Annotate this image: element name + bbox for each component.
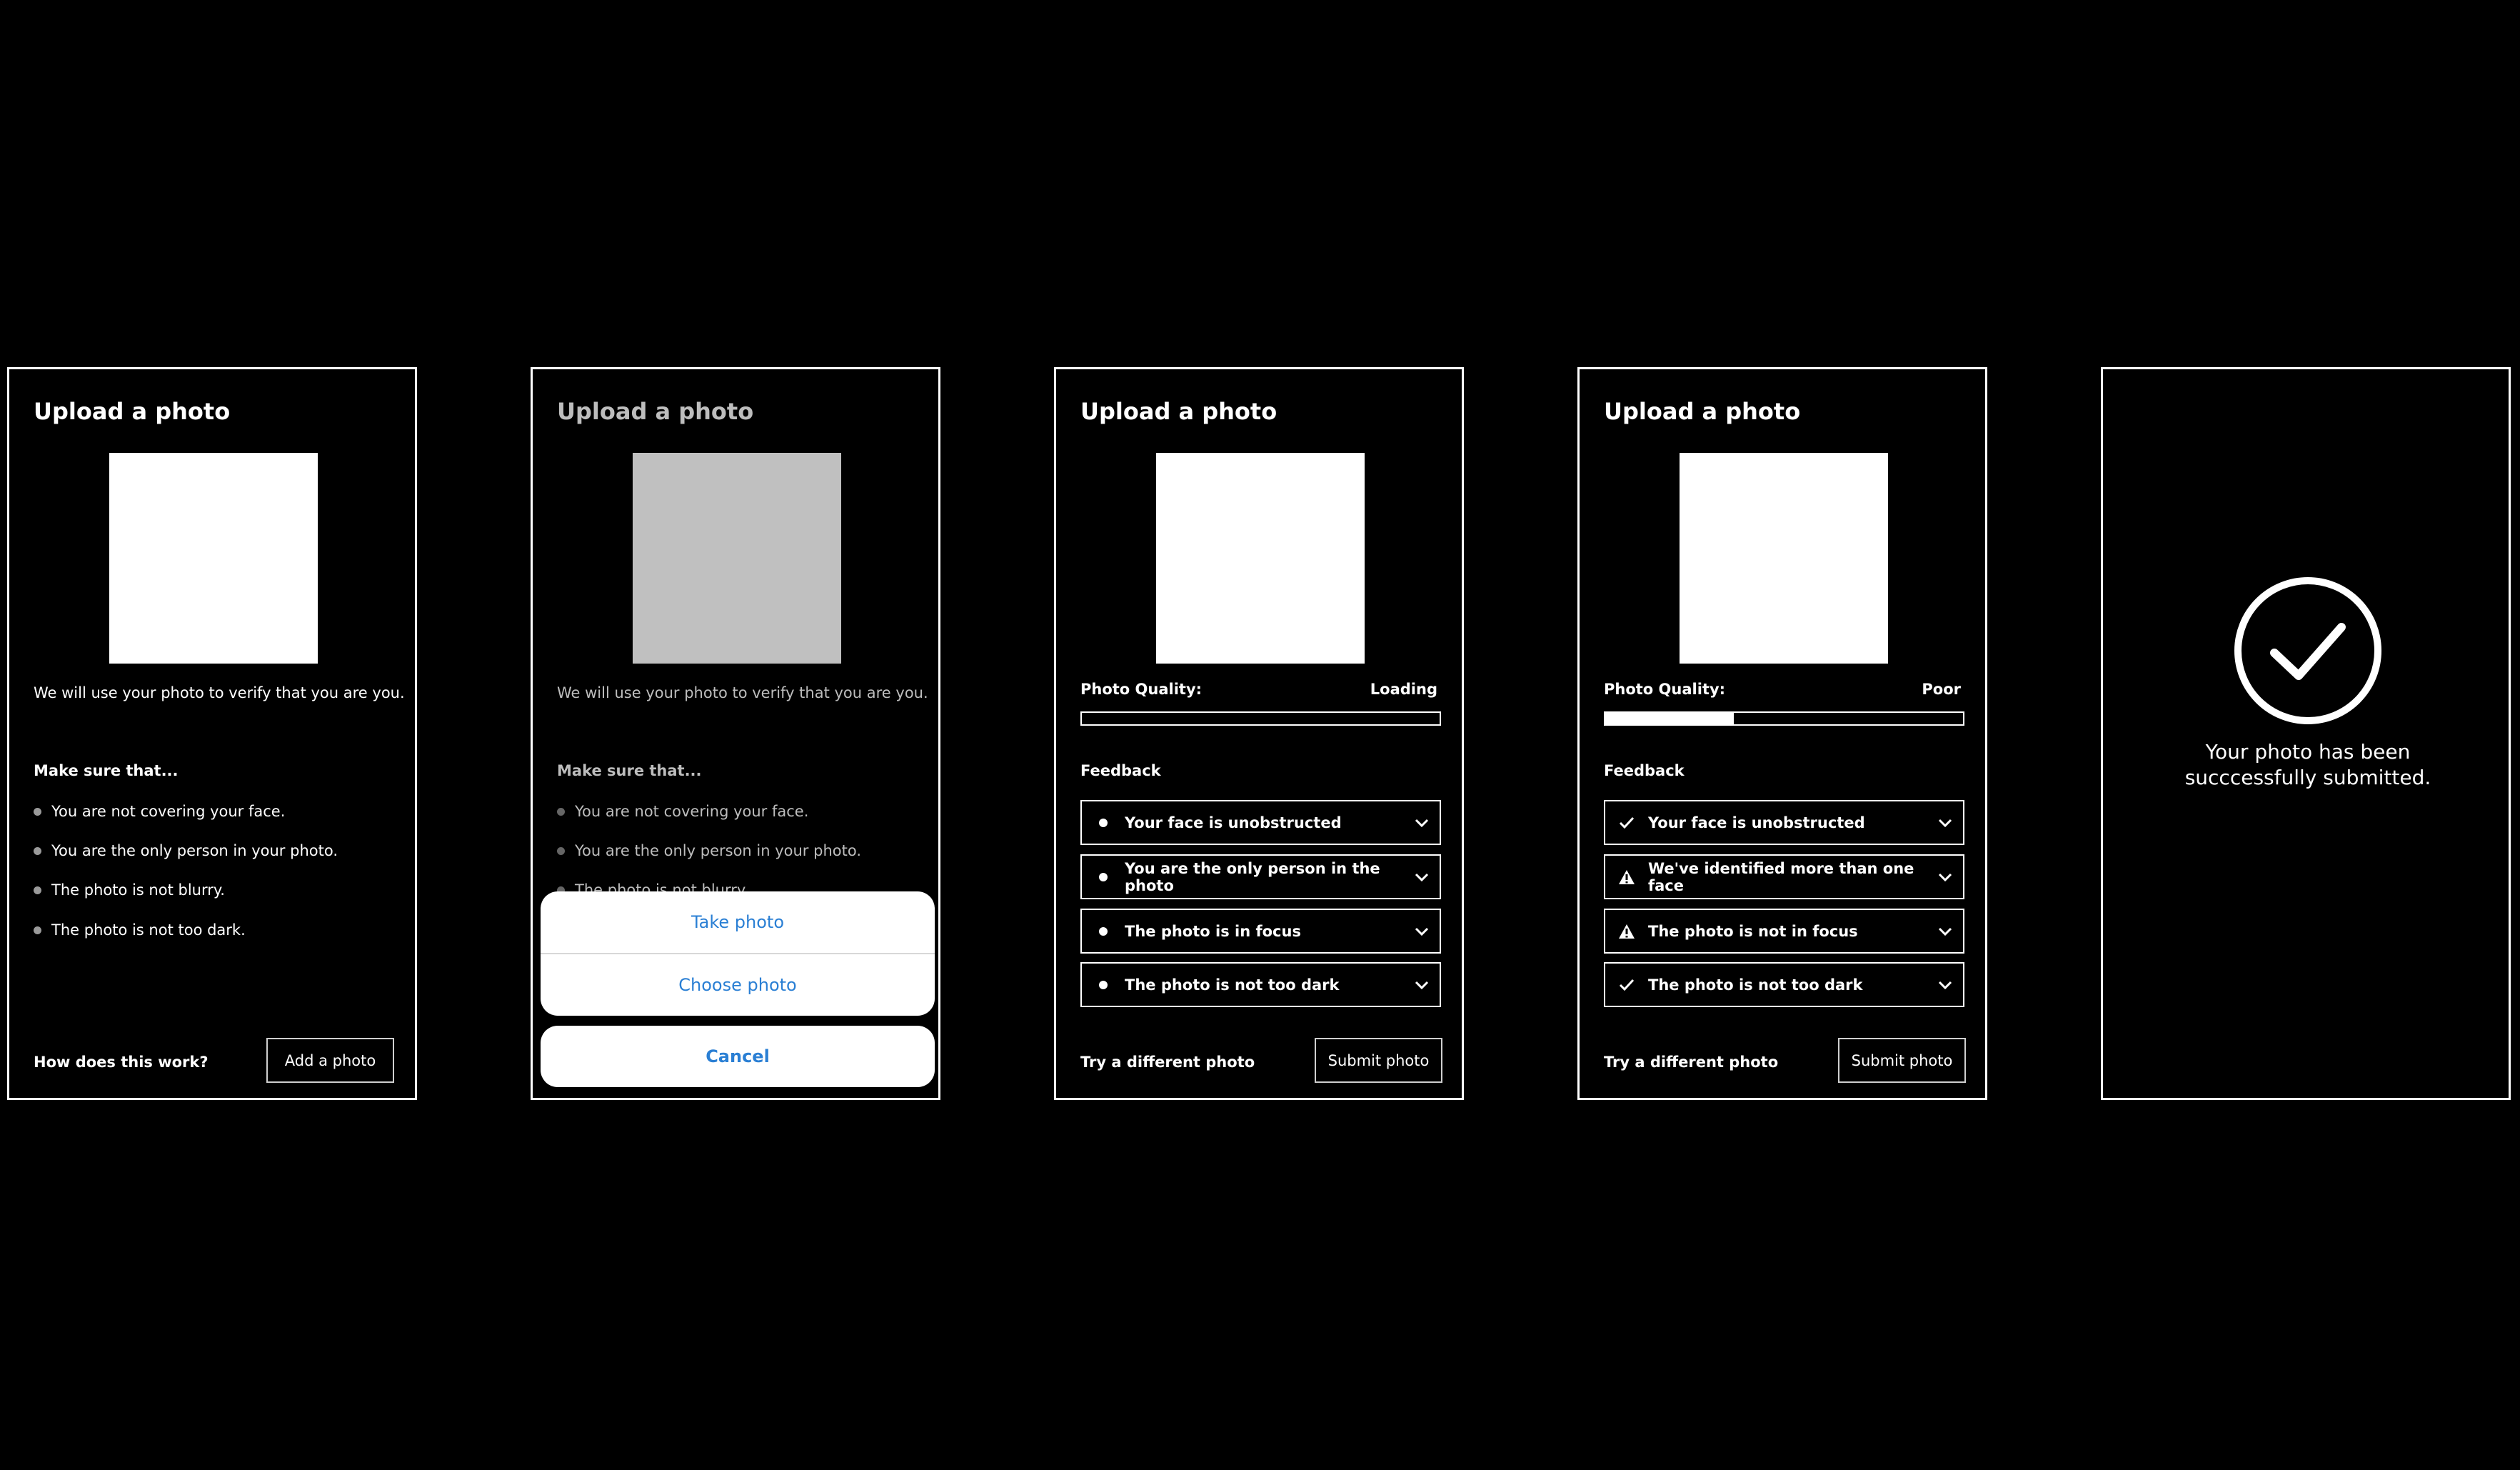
bullet-icon: [34, 846, 41, 855]
quality-status: Loading: [1370, 681, 1437, 698]
check-circle-icon: [2233, 576, 2383, 729]
list-item: You are not covering your face.: [34, 803, 285, 820]
feedback-heading: Feedback: [1080, 762, 1161, 779]
intro-text: We will use your photo to verify that yo…: [557, 684, 928, 701]
feedback-item[interactable]: We've identified more than one face: [1604, 854, 1964, 899]
action-sheet: Take photo Choose photo: [541, 891, 935, 1016]
success-message-line1: Your photo has been: [2205, 740, 2411, 764]
list-item: You are the only person in your photo.: [557, 842, 861, 859]
check-icon: [1605, 978, 1648, 992]
cancel-sheet: Cancel: [541, 1026, 935, 1087]
screen-submission-success: Your photo has been succcessfully submit…: [2101, 367, 2511, 1100]
page-title: Upload a photo: [1604, 398, 1801, 425]
chevron-down-icon: [1927, 818, 1963, 828]
photo-preview: [1680, 453, 1888, 664]
cancel-button[interactable]: Cancel: [541, 1026, 935, 1087]
warning-icon: [1605, 924, 1648, 939]
feedback-heading: Feedback: [1604, 762, 1685, 779]
check-icon: [1605, 816, 1648, 830]
photo-placeholder: [109, 453, 318, 664]
chevron-down-icon: [1404, 926, 1440, 936]
screen-photo-loading: Upload a photo Photo Quality: Loading Fe…: [1054, 367, 1464, 1100]
page-title: Upload a photo: [557, 398, 754, 425]
how-it-works-link[interactable]: How does this work?: [34, 1054, 209, 1071]
add-photo-button[interactable]: Add a photo: [266, 1038, 394, 1083]
quality-label: Photo Quality:: [1604, 681, 1726, 698]
bullet-icon: [34, 807, 41, 816]
page-title: Upload a photo: [1080, 398, 1277, 425]
submit-photo-button[interactable]: Submit photo: [1315, 1038, 1442, 1083]
screen-photo-poor-quality: Upload a photo Photo Quality: Poor Feedb…: [1577, 367, 1987, 1100]
requirements-heading: Make sure that...: [557, 762, 702, 779]
bullet-icon: [1099, 980, 1108, 989]
screen-upload-action-sheet: Upload a photo We will use your photo to…: [531, 367, 940, 1100]
quality-progress-fill: [1605, 713, 1735, 724]
page-title: Upload a photo: [34, 398, 231, 425]
quality-progress-bar: [1604, 711, 1964, 726]
try-different-photo-link[interactable]: Try a different photo: [1604, 1054, 1778, 1071]
choose-photo-option[interactable]: Choose photo: [541, 954, 935, 1016]
feedback-item[interactable]: The photo is not too dark: [1604, 962, 1964, 1007]
feedback-item[interactable]: You are the only person in the photo: [1080, 854, 1441, 899]
feedback-item[interactable]: Your face is unobstructed: [1080, 800, 1441, 845]
submit-photo-button[interactable]: Submit photo: [1838, 1038, 1966, 1083]
photo-preview: [1156, 453, 1365, 664]
requirements-heading: Make sure that...: [34, 762, 179, 779]
list-item: You are the only person in your photo.: [34, 842, 338, 859]
success-message-line2: succcessfully submitted.: [2184, 766, 2431, 789]
bullet-icon: [34, 926, 41, 934]
take-photo-option[interactable]: Take photo: [541, 891, 935, 954]
list-item: The photo is not too dark.: [34, 921, 246, 939]
feedback-item[interactable]: Your face is unobstructed: [1604, 800, 1964, 845]
chevron-down-icon: [1404, 818, 1440, 828]
feedback-item[interactable]: The photo is not in focus: [1604, 909, 1964, 954]
warning-icon: [1605, 869, 1648, 885]
list-item: You are not covering your face.: [557, 803, 808, 820]
bullet-icon: [557, 807, 565, 816]
chevron-down-icon: [1927, 926, 1963, 936]
photo-placeholder: [633, 453, 841, 664]
feedback-item[interactable]: The photo is not too dark: [1080, 962, 1441, 1007]
list-item: The photo is not blurry.: [34, 881, 225, 899]
intro-text: We will use your photo to verify that yo…: [34, 684, 405, 701]
chevron-down-icon: [1927, 980, 1963, 990]
bullet-icon: [1099, 818, 1108, 827]
quality-progress-bar: [1080, 711, 1441, 726]
quality-status: Poor: [1922, 681, 1961, 698]
bullet-icon: [1099, 872, 1108, 881]
bullet-icon: [1099, 926, 1108, 936]
chevron-down-icon: [1927, 872, 1963, 882]
feedback-item[interactable]: The photo is in focus: [1080, 909, 1441, 954]
chevron-down-icon: [1404, 980, 1440, 990]
bullet-icon: [557, 846, 565, 855]
screen-upload-initial: Upload a photo We will use your photo to…: [7, 367, 417, 1100]
chevron-down-icon: [1404, 872, 1440, 882]
quality-label: Photo Quality:: [1080, 681, 1203, 698]
try-different-photo-link[interactable]: Try a different photo: [1080, 1054, 1255, 1071]
bullet-icon: [34, 886, 41, 894]
